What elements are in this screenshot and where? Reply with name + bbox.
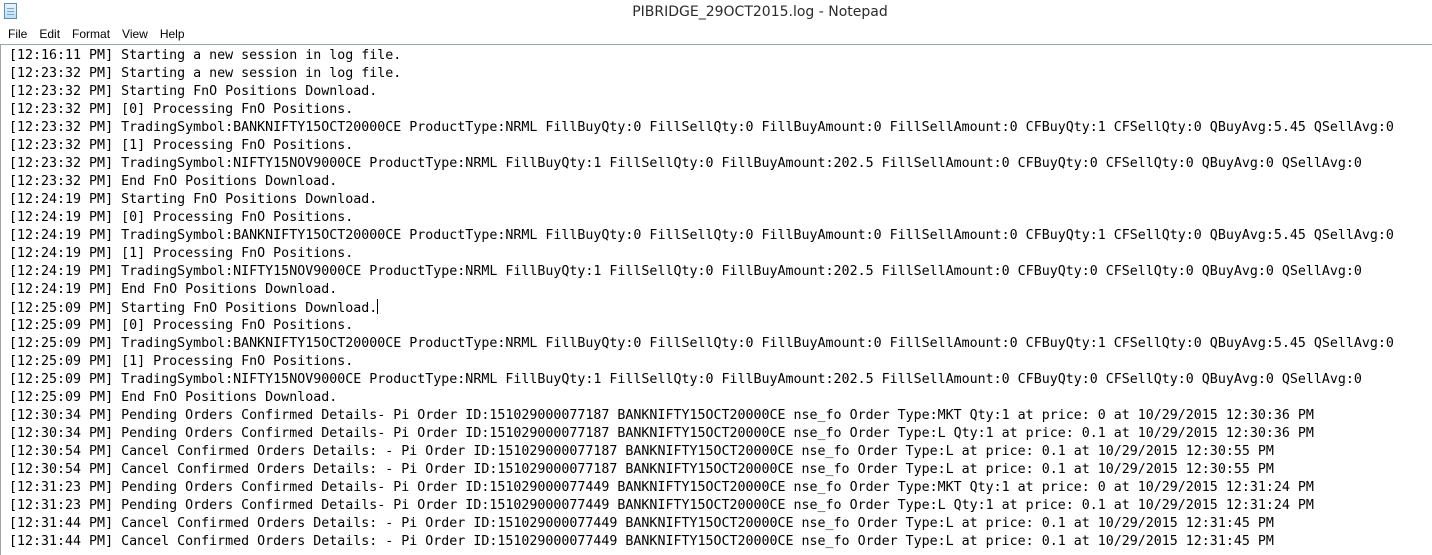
menu-bar: File Edit Format View Help xyxy=(0,24,1432,44)
log-line: [12:31:23 PM] Pending Orders Confirmed D… xyxy=(9,480,1314,495)
log-line: [12:30:34 PM] Pending Orders Confirmed D… xyxy=(9,426,1314,441)
log-line: [12:25:09 PM] [0] Processing FnO Positio… xyxy=(9,318,354,333)
log-line: [12:24:19 PM] [1] Processing FnO Positio… xyxy=(9,246,354,261)
log-line: [12:23:32 PM] TradingSymbol:BANKNIFTY15O… xyxy=(9,120,1394,135)
log-line: [12:30:54 PM] Cancel Confirmed Orders De… xyxy=(9,444,1274,459)
menu-edit[interactable]: Edit xyxy=(33,25,66,43)
notepad-window: PIBRIDGE_29OCT2015.log - Notepad File Ed… xyxy=(0,0,1432,555)
text-editor-area[interactable]: [12:16:11 PM] Starting a new session in … xyxy=(0,44,1432,555)
log-line: [12:24:19 PM] Starting FnO Positions Dow… xyxy=(9,192,378,207)
menu-view[interactable]: View xyxy=(116,25,154,43)
log-line: [12:30:54 PM] Cancel Confirmed Orders De… xyxy=(9,462,1274,477)
log-line: [12:23:32 PM] [1] Processing FnO Positio… xyxy=(9,138,354,153)
title-bar[interactable]: PIBRIDGE_29OCT2015.log - Notepad xyxy=(0,0,1432,24)
log-line: [12:31:44 PM] Cancel Confirmed Orders De… xyxy=(9,516,1274,531)
log-line: [12:25:09 PM] End FnO Positions Download… xyxy=(9,390,338,405)
log-line: [12:23:32 PM] TradingSymbol:NIFTY15NOV90… xyxy=(9,156,1362,171)
log-text[interactable]: [12:16:11 PM] Starting a new session in … xyxy=(1,45,1432,551)
menu-help[interactable]: Help xyxy=(154,25,191,43)
log-line: [12:25:09 PM] [1] Processing FnO Positio… xyxy=(9,354,354,369)
window-title: PIBRIDGE_29OCT2015.log - Notepad xyxy=(632,4,888,20)
log-line: [12:23:32 PM] [0] Processing FnO Positio… xyxy=(9,102,354,117)
log-line: [12:31:23 PM] Pending Orders Confirmed D… xyxy=(9,498,1314,513)
menu-format[interactable]: Format xyxy=(66,25,116,43)
menu-file[interactable]: File xyxy=(2,25,33,43)
log-line: [12:24:19 PM] End FnO Positions Download… xyxy=(9,282,338,297)
log-line: [12:23:32 PM] Starting FnO Positions Dow… xyxy=(9,84,378,99)
log-line: [12:30:34 PM] Pending Orders Confirmed D… xyxy=(9,408,1314,423)
log-line: [12:24:19 PM] TradingSymbol:BANKNIFTY15O… xyxy=(9,228,1394,243)
log-line: [12:25:09 PM] TradingSymbol:NIFTY15NOV90… xyxy=(9,372,1362,387)
log-line: [12:23:32 PM] Starting a new session in … xyxy=(9,66,402,81)
log-line: [12:25:09 PM] TradingSymbol:BANKNIFTY15O… xyxy=(9,336,1394,351)
log-line: [12:31:44 PM] Cancel Confirmed Orders De… xyxy=(9,534,1274,549)
log-line: [12:24:19 PM] TradingSymbol:NIFTY15NOV90… xyxy=(9,264,1362,279)
log-line: [12:16:11 PM] Starting a new session in … xyxy=(9,48,402,63)
log-line: [12:25:09 PM] Starting FnO Positions Dow… xyxy=(9,299,379,316)
log-line: [12:23:32 PM] End FnO Positions Download… xyxy=(9,174,338,189)
log-line: [12:24:19 PM] [0] Processing FnO Positio… xyxy=(9,210,354,225)
text-caret xyxy=(377,299,379,314)
